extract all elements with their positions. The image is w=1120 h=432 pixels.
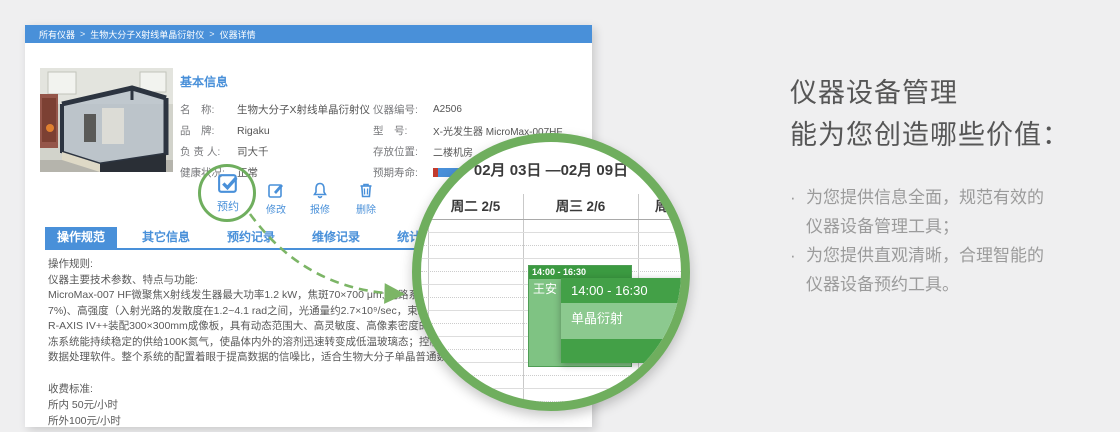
field-value-manager: 司大千 — [237, 146, 269, 158]
breadcrumb: 所有仪器 > 生物大分子X射线单晶衍射仪 > 仪器详情 — [25, 25, 592, 43]
calendar-grid-row — [421, 389, 681, 402]
bullet-dot: · — [790, 188, 796, 207]
day-header-wed: 周三 2/6 — [555, 199, 606, 214]
marketing-heading: 仪器设备管理 能为您创造哪些价值： — [790, 72, 1120, 156]
field-label-location: 存放位置: — [373, 146, 418, 158]
field-label-serial: 仪器编号: — [373, 104, 418, 116]
calendar-grid-row — [421, 246, 681, 259]
marketing-panel: 仪器设备管理 能为您创造哪些价值： · 为您提供信息全面，规范有效的 仪器设备管… — [790, 72, 1120, 299]
delete-label: 删除 — [356, 205, 376, 216]
field-value-health: 正常 — [237, 167, 258, 179]
fee-standard-section: 收费标准: 所内 50元/小时 所外100元/小时 — [48, 381, 121, 429]
magnifier-circle: 02月 03日 —02月 09日 周二 2/5 周三 2/6 周四 14:00 … — [412, 133, 690, 411]
edit-icon — [268, 184, 283, 198]
calendar-grid-row — [421, 376, 681, 389]
marketing-bullet: · 为您提供信息全面，规范有效的 仪器设备管理工具； — [790, 183, 1120, 241]
popup-title: 单晶衍射 — [561, 303, 681, 339]
fee-internal: 所内 50元/小时 — [48, 399, 119, 411]
field-label-model: 型 号: — [373, 125, 408, 137]
field-value-brand: Rigaku — [237, 124, 270, 137]
breadcrumb-instrument[interactable]: 生物大分子X射线单晶衍射仪 — [90, 28, 204, 41]
tab-other-info[interactable]: 其它信息 — [130, 227, 202, 248]
basic-info-title: 基本信息 — [180, 75, 229, 89]
marketing-heading-line2: 能为您创造哪些价值： — [790, 120, 1070, 150]
field-value-serial: A2506 — [433, 104, 462, 115]
bullet-text: 为您提供信息全面，规范有效的 仪器设备管理工具； — [806, 183, 1044, 241]
repair-label: 报修 — [310, 205, 330, 216]
marketing-bullets: · 为您提供信息全面，规范有效的 仪器设备管理工具； · 为您提供直观清晰，合理… — [790, 183, 1120, 299]
tab-operation-rules[interactable]: 操作规范 — [45, 227, 118, 248]
field-label-name: 名 称: — [180, 104, 215, 116]
marketing-bullet: · 为您提供直观清晰，合理智能的 仪器设备预约工具。 — [790, 241, 1120, 299]
instrument-photo — [40, 68, 173, 172]
popup-actions: 编辑 取消 — [561, 339, 681, 363]
calendar-day-header-row: 周二 2/5 周三 2/6 周四 — [421, 194, 681, 220]
popup-time: 14:00 - 16:30 — [561, 278, 681, 303]
breadcrumb-separator: > — [209, 29, 215, 39]
repair-button[interactable]: 报修 — [298, 181, 342, 216]
breadcrumb-all-instruments[interactable]: 所有仪器 — [39, 28, 75, 41]
info-row: 名 称: 生物大分子X射线单晶衍射仪 仪器编号: A2506 — [180, 99, 562, 120]
calendar-date-range: 02月 03日 —02月 09日 — [473, 162, 629, 179]
field-value-name: 生物大分子X射线单晶衍射仪 — [237, 104, 371, 116]
field-label-manager: 负 责 人: — [180, 146, 221, 158]
bullet-line: 仪器设备管理工具； — [806, 217, 959, 236]
bullet-text: 为您提供直观清晰，合理智能的 仪器设备预约工具。 — [806, 241, 1044, 299]
marketing-heading-line1: 仪器设备管理 — [790, 78, 958, 108]
calendar-grid-row — [421, 220, 681, 233]
field-value-location: 二楼机房 — [433, 148, 473, 159]
fee-title: 收费标准: — [48, 383, 93, 395]
fee-external: 所外100元/小时 — [48, 415, 121, 427]
trash-icon — [360, 183, 372, 198]
calendar-grid-row — [421, 233, 681, 246]
info-row: 品 牌: Rigaku 型 号: X-光发生器 MicroMax-007HF — [180, 120, 562, 141]
modify-button[interactable]: 修改 — [254, 181, 298, 216]
bullet-line: 仪器设备预约工具。 — [806, 275, 959, 294]
reserve-label: 预约 — [217, 201, 239, 213]
modify-label: 修改 — [266, 205, 286, 216]
reserve-button[interactable]: 预约 — [203, 171, 253, 214]
tab-repair-records[interactable]: 维修记录 — [300, 227, 372, 248]
bell-icon — [313, 182, 327, 199]
breadcrumb-current-page: 仪器详情 — [219, 29, 256, 40]
check-square-icon — [217, 174, 238, 193]
tab-reservation-records[interactable]: 预约记录 — [215, 227, 287, 248]
bullet-line: 为您提供直观清晰，合理智能的 — [806, 246, 1044, 265]
breadcrumb-separator: > — [80, 29, 86, 39]
delete-button[interactable]: 删除 — [344, 181, 388, 216]
day-header-tue: 周二 2/5 — [450, 199, 501, 214]
bullet-line: 为您提供信息全面，规范有效的 — [806, 188, 1044, 207]
day-header-thu: 周四 — [655, 199, 682, 214]
field-label-brand: 品 牌: — [180, 125, 215, 137]
popup-edit-button[interactable]: 编辑 — [667, 344, 681, 358]
reservation-popup: 14:00 - 16:30 单晶衍射 编辑 取消 — [561, 278, 681, 363]
bullet-dot: · — [790, 246, 796, 265]
